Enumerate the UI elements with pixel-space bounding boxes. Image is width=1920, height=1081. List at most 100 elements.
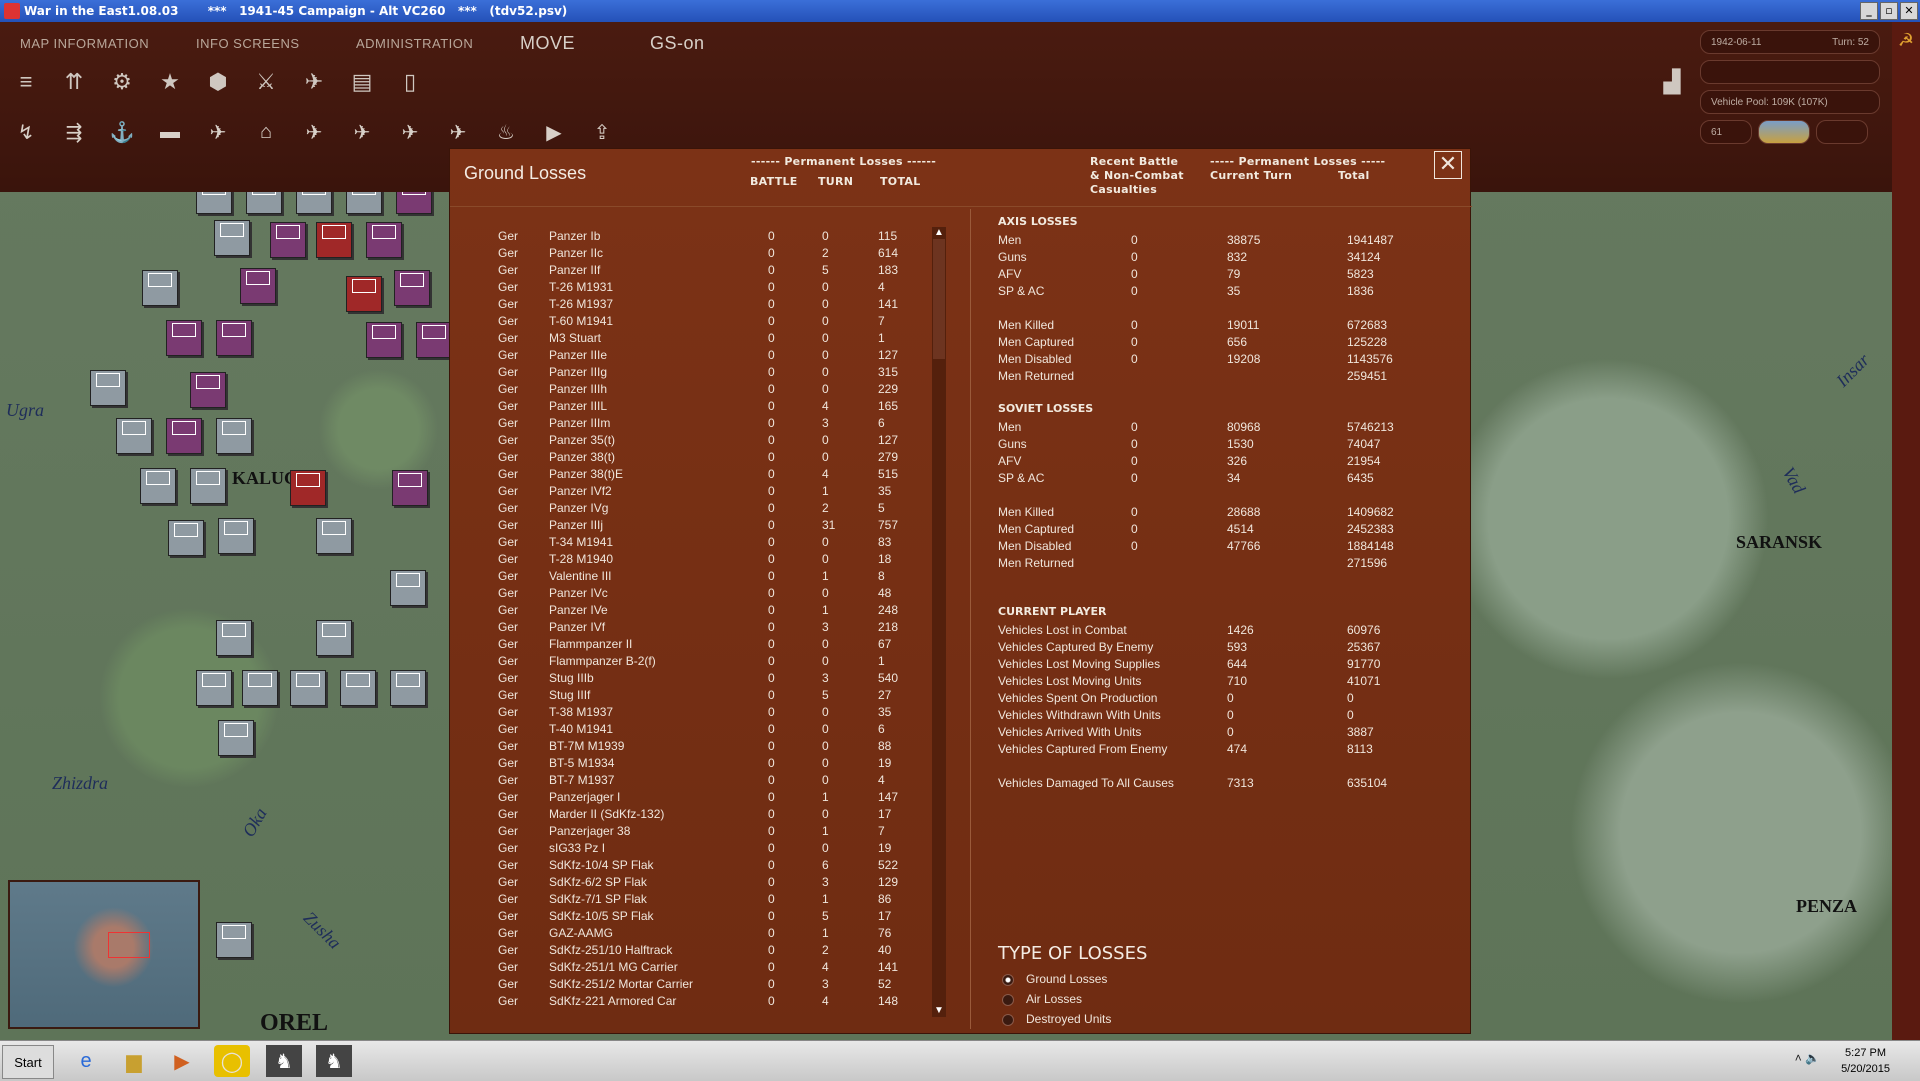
menu-map-information[interactable]: MAP INFORMATION bbox=[20, 36, 149, 51]
unit-counter[interactable] bbox=[346, 276, 382, 312]
table-row[interactable]: Ger Flammpanzer II 0 0 67 bbox=[450, 637, 950, 654]
city-orel[interactable]: OREL bbox=[260, 1010, 328, 1037]
radio-dot[interactable] bbox=[1002, 993, 1014, 1006]
unit-counter[interactable] bbox=[316, 222, 352, 258]
unit-counter[interactable] bbox=[392, 470, 428, 506]
f9-icon[interactable]: ✈ bbox=[390, 114, 430, 150]
menu-administration[interactable]: ADMINISTRATION bbox=[356, 36, 473, 51]
unit-counter[interactable] bbox=[316, 518, 352, 554]
table-row[interactable]: Ger SdKfz-10/5 SP Flak 0 5 17 bbox=[450, 909, 950, 926]
ie-icon[interactable]: e bbox=[68, 1045, 104, 1077]
unit-counter[interactable] bbox=[290, 470, 326, 506]
unit-counter[interactable] bbox=[190, 372, 226, 408]
app-circle-icon[interactable]: ◯ bbox=[214, 1045, 250, 1077]
unit-counter[interactable] bbox=[366, 222, 402, 258]
table-row[interactable]: Ger SdKfz-251/2 Mortar Carrier 0 3 52 bbox=[450, 977, 950, 994]
table-row[interactable]: Ger T-26 M1937 0 0 141 bbox=[450, 297, 950, 314]
radio-ground-losses[interactable]: Ground Losses bbox=[1002, 972, 1107, 986]
table-row[interactable]: Ger Panzer IVf 0 3 218 bbox=[450, 620, 950, 637]
table-row[interactable]: Ger M3 Stuart 0 0 1 bbox=[450, 331, 950, 348]
table-row[interactable]: Ger Flammpanzer B-2(f) 0 0 1 bbox=[450, 654, 950, 671]
f6-icon[interactable]: ⌂ bbox=[246, 114, 286, 150]
table-row[interactable]: Ger BT-7 M1937 0 0 4 bbox=[450, 773, 950, 790]
table-row[interactable]: Ger Panzer IVg 0 2 5 bbox=[450, 501, 950, 518]
table-row[interactable]: Ger SdKfz-251/10 Halftrack 0 2 40 bbox=[450, 943, 950, 960]
table-row[interactable]: Ger SdKfz-221 Armored Car 0 4 148 bbox=[450, 994, 950, 1011]
table-row[interactable]: Ger Panzer IIc 0 2 614 bbox=[450, 246, 950, 263]
table-row[interactable]: Ger Panzer IIIe 0 0 127 bbox=[450, 348, 950, 365]
unit-counter[interactable] bbox=[290, 670, 326, 706]
f5-icon[interactable]: ✈ bbox=[198, 114, 238, 150]
f12-icon[interactable]: ▶ bbox=[534, 114, 574, 150]
end-turn-icon[interactable]: ⇪ bbox=[582, 114, 622, 150]
unit-counter[interactable] bbox=[390, 570, 426, 606]
unit-counter[interactable] bbox=[196, 670, 232, 706]
table-row[interactable]: Ger GAZ-AAMG 0 1 76 bbox=[450, 926, 950, 943]
unit-counter[interactable] bbox=[316, 620, 352, 656]
table-row[interactable]: Ger Panzer IIIL 0 4 165 bbox=[450, 399, 950, 416]
table-row[interactable]: Ger Panzer IVe 0 1 248 bbox=[450, 603, 950, 620]
table-row[interactable]: Ger BT-7M M1939 0 0 88 bbox=[450, 739, 950, 756]
f4-icon[interactable]: ▬ bbox=[150, 114, 190, 150]
window-close-button[interactable]: ✕ bbox=[1900, 2, 1918, 20]
units-icon[interactable]: ⇈ bbox=[54, 64, 94, 100]
f3-icon[interactable]: ⚓ bbox=[102, 114, 142, 150]
unit-counter[interactable] bbox=[218, 518, 254, 554]
fuel-icon[interactable]: ▯ bbox=[390, 64, 430, 100]
unit-counter[interactable] bbox=[90, 370, 126, 406]
unit-counter[interactable] bbox=[142, 270, 178, 306]
f1-icon[interactable]: ↯ bbox=[6, 114, 46, 150]
unit-counter[interactable] bbox=[214, 220, 250, 256]
table-row[interactable]: Ger Panzerjager 38 0 1 7 bbox=[450, 824, 950, 841]
losses-list[interactable]: Ger Panzer Ib 0 0 115 Ger Panzer IIc 0 2 614 Ger Pa… bbox=[450, 229, 950, 1011]
table-row[interactable]: Ger SdKfz-251/1 MG Carrier 0 4 141 bbox=[450, 960, 950, 977]
scroll-up-arrow[interactable]: ▲ bbox=[932, 227, 946, 239]
radio-air-losses[interactable]: Air Losses bbox=[1002, 992, 1082, 1006]
unit-counter[interactable] bbox=[390, 670, 426, 706]
unit-counter[interactable] bbox=[216, 922, 252, 958]
losses-scrollbar[interactable]: ▲ ▼ bbox=[932, 227, 946, 1017]
folder-icon[interactable]: ▆ bbox=[116, 1045, 152, 1077]
minimap-viewport-frame[interactable] bbox=[108, 932, 150, 958]
unit-counter[interactable] bbox=[216, 320, 252, 356]
menu-move[interactable]: MOVE bbox=[520, 33, 575, 54]
city-penza[interactable]: PENZA bbox=[1796, 896, 1857, 917]
radio-dot[interactable] bbox=[1002, 1013, 1014, 1026]
table-row[interactable]: Ger SdKfz-6/2 SP Flak 0 3 129 bbox=[450, 875, 950, 892]
table-row[interactable]: Ger Panzer IIIh 0 0 229 bbox=[450, 382, 950, 399]
table-row[interactable]: Ger sIG33 Pz I 0 0 19 bbox=[450, 841, 950, 858]
unit-counter[interactable] bbox=[216, 418, 252, 454]
table-row[interactable]: Ger Panzer IIIj 0 31 757 bbox=[450, 518, 950, 535]
unit-counter[interactable] bbox=[166, 320, 202, 356]
radio-destroyed-units[interactable]: Destroyed Units bbox=[1002, 1012, 1111, 1026]
scroll-thumb[interactable] bbox=[933, 239, 945, 359]
start-button[interactable]: Start bbox=[2, 1045, 54, 1079]
table-row[interactable]: Ger SdKfz-7/1 SP Flak 0 1 86 bbox=[450, 892, 950, 909]
f2-icon[interactable]: ⇶ bbox=[54, 114, 94, 150]
supply-icon[interactable]: ▤ bbox=[342, 64, 382, 100]
crossed-swords-icon[interactable]: ⚔ bbox=[246, 64, 286, 100]
f7-icon[interactable]: ✈ bbox=[294, 114, 334, 150]
game-icon-2[interactable]: ♞ bbox=[316, 1045, 352, 1077]
menu-info-screens[interactable]: INFO SCREENS bbox=[196, 36, 300, 51]
minimap[interactable] bbox=[8, 880, 200, 1029]
f8-icon[interactable]: ✈ bbox=[342, 114, 382, 150]
gear-icon[interactable]: ⚙ bbox=[102, 64, 142, 100]
chart-icon[interactable]: ▟ bbox=[1652, 64, 1692, 100]
unit-counter[interactable] bbox=[394, 270, 430, 306]
plane-icon[interactable]: ✈ bbox=[294, 64, 334, 100]
unit-counter[interactable] bbox=[366, 322, 402, 358]
map-hex-icon[interactable]: ⬢ bbox=[198, 64, 238, 100]
table-row[interactable]: Ger Panzer IIIm 0 3 6 bbox=[450, 416, 950, 433]
unit-counter[interactable] bbox=[218, 720, 254, 756]
table-row[interactable]: Ger T-40 M1941 0 0 6 bbox=[450, 722, 950, 739]
game-icon-1[interactable]: ♞ bbox=[266, 1045, 302, 1077]
table-row[interactable]: Ger Stug IIIb 0 3 540 bbox=[450, 671, 950, 688]
table-row[interactable]: Ger Marder II (SdKfz-132) 0 0 17 bbox=[450, 807, 950, 824]
unit-counter[interactable] bbox=[416, 322, 452, 358]
table-row[interactable]: Ger T-38 M1937 0 0 35 bbox=[450, 705, 950, 722]
table-row[interactable]: Ger Valentine III 0 1 8 bbox=[450, 569, 950, 586]
unit-counter[interactable] bbox=[216, 620, 252, 656]
radio-dot[interactable] bbox=[1002, 973, 1014, 986]
f10-icon[interactable]: ✈ bbox=[438, 114, 478, 150]
